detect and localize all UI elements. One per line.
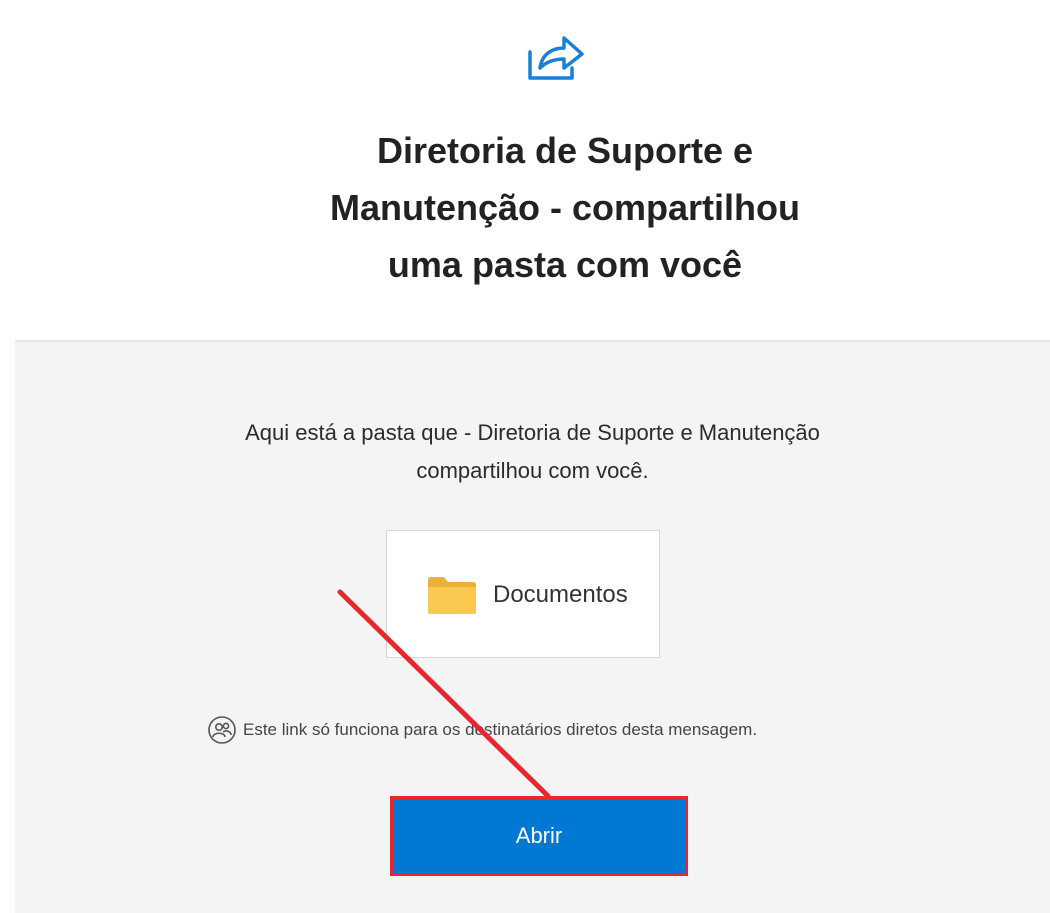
notice-text: Este link só funciona para os destinatár… xyxy=(243,720,758,739)
recipient-notice: Este link só funciona para os destinatár… xyxy=(207,714,757,746)
title-line-1: Diretoria de Suporte e xyxy=(376,130,754,171)
message-line-2: compartilhou com você. xyxy=(416,458,649,483)
share-notification-page: Diretoria de Suporte e Manutenção - comp… xyxy=(0,0,1050,913)
people-icon xyxy=(208,716,236,744)
title-line-3: uma pasta com você xyxy=(387,244,743,285)
message-line-1: Aqui está a pasta que - Diretoria de Sup… xyxy=(245,420,820,445)
folder-name: Documentos xyxy=(493,581,628,608)
share-message: Aqui está a pasta que - Diretoria de Sup… xyxy=(15,414,1050,490)
folder-card[interactable]: Documentos xyxy=(386,530,660,658)
content-panel: Aqui está a pasta que - Diretoria de Sup… xyxy=(15,340,1050,913)
open-button[interactable]: Abrir xyxy=(390,796,688,876)
page-title: Diretoria de Suporte e Manutenção - comp… xyxy=(200,122,930,293)
share-icon xyxy=(522,22,588,88)
title-line-2: Manutenção - compartilhou xyxy=(329,187,801,228)
folder-icon xyxy=(427,575,477,615)
